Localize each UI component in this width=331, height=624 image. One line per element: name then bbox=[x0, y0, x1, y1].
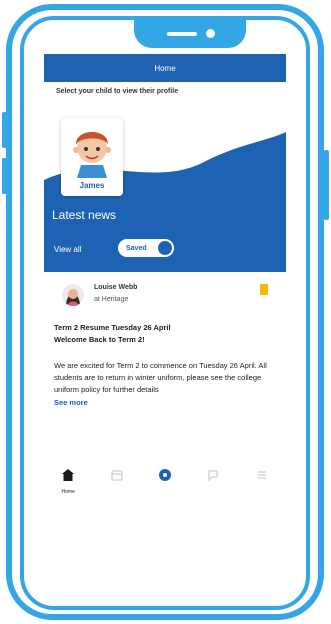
nav-calendar[interactable] bbox=[97, 468, 137, 489]
child-avatar bbox=[73, 132, 111, 178]
post-title: Term 2 Resume Tuesday 26 April Welcome B… bbox=[54, 322, 276, 346]
post-body: We are excited for Term 2 to commence on… bbox=[54, 361, 267, 394]
child-card[interactable]: James bbox=[61, 118, 123, 196]
post-header: Louise Webb at Heritage bbox=[54, 272, 276, 312]
child-name: James bbox=[79, 181, 105, 190]
saved-indicator-icon bbox=[158, 241, 172, 255]
post-author-role: at Heritage bbox=[94, 296, 129, 303]
center-dot-icon bbox=[158, 468, 172, 485]
calendar-icon bbox=[110, 468, 124, 485]
camera-icon bbox=[206, 29, 215, 38]
home-icon bbox=[61, 468, 75, 485]
nav-home-label: Home bbox=[61, 489, 75, 495]
nav-messages[interactable] bbox=[193, 468, 233, 489]
latest-news-heading: Latest news bbox=[52, 208, 117, 222]
volume-down-button bbox=[2, 158, 7, 194]
speaker-icon bbox=[167, 32, 197, 36]
menu-icon bbox=[255, 468, 269, 485]
app-screen: Home Select your child to view their pro… bbox=[44, 54, 286, 499]
bottom-navigation: Home bbox=[44, 468, 286, 499]
page-title: Home bbox=[154, 63, 176, 73]
volume-up-button bbox=[2, 112, 7, 148]
nav-more[interactable] bbox=[242, 468, 282, 489]
post-author: Louise Webb bbox=[94, 284, 138, 291]
tab-saved[interactable]: Saved bbox=[118, 239, 174, 257]
hero-section: James Latest news View all Saved bbox=[44, 102, 286, 272]
power-button bbox=[324, 150, 329, 220]
bookmark-icon[interactable] bbox=[260, 284, 268, 295]
author-avatar-image bbox=[62, 284, 84, 306]
tab-view-all[interactable]: View all bbox=[54, 245, 81, 254]
tab-saved-label: Saved bbox=[126, 244, 147, 252]
see-more-link[interactable]: See more bbox=[54, 398, 276, 407]
news-post[interactable]: Louise Webb at Heritage Term 2 Resume Tu… bbox=[44, 272, 286, 407]
nav-center[interactable] bbox=[145, 468, 185, 489]
nav-home[interactable]: Home bbox=[48, 468, 88, 495]
post-title-line2: Welcome Back to Term 2! bbox=[54, 335, 145, 344]
chat-icon bbox=[206, 468, 220, 485]
post-title-line1: Term 2 Resume Tuesday 26 April bbox=[54, 323, 171, 332]
select-child-prompt: Select your child to view their profile bbox=[56, 88, 179, 95]
author-avatar bbox=[62, 284, 84, 306]
phone-notch bbox=[134, 20, 246, 48]
header-bar: Home bbox=[44, 54, 286, 82]
